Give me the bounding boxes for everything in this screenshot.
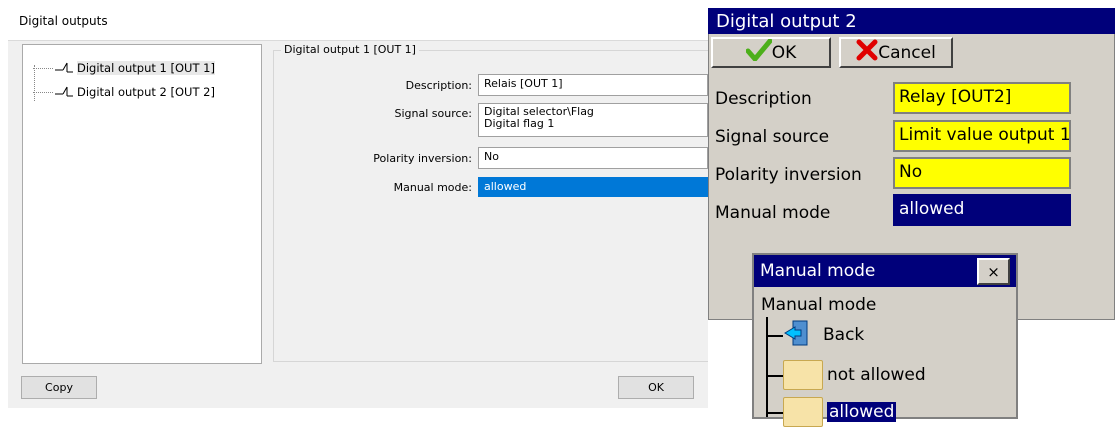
signal-source-label: Signal source:: [394, 107, 472, 120]
tree-item-output-2[interactable]: Digital output 2 [OUT 2]: [33, 83, 215, 101]
device-window-title: Digital output 2: [708, 8, 1115, 34]
tree-item-output-1[interactable]: Digital output 1 [OUT 1]: [33, 59, 215, 77]
device-polarity-field[interactable]: No: [893, 157, 1071, 189]
x-icon: [856, 39, 878, 66]
back-icon: [783, 319, 813, 352]
description-label: Description:: [405, 79, 472, 92]
folder-icon: [783, 360, 823, 390]
device-signal-source-label: Signal source: [715, 127, 830, 147]
group-title: Digital output 1 [OUT 1]: [281, 43, 419, 56]
output-tree[interactable]: Digital output 1 [OUT 1] Digital output …: [22, 44, 262, 364]
check-icon: [745, 38, 773, 66]
device-ok-label: OK: [771, 42, 797, 63]
tree-item-label: Digital output 2 [OUT 2]: [77, 85, 215, 99]
tree-connector: [33, 67, 53, 69]
output-settings-group: [273, 50, 713, 362]
manual-mode-label: Manual mode:: [393, 181, 472, 194]
device-signal-source-field[interactable]: Limit value output 1: [893, 120, 1071, 152]
device-manual-mode-field[interactable]: allowed: [893, 194, 1071, 226]
signal-source-line-2: Digital flag 1: [484, 117, 555, 130]
description-field[interactable]: Relais [OUT 1]: [478, 74, 708, 96]
tree-connector: [33, 91, 53, 93]
device-cancel-button[interactable]: Cancel: [839, 37, 953, 68]
popup-tree-branch: [767, 412, 783, 414]
device-polarity-label: Polarity inversion: [715, 165, 862, 185]
polarity-inversion-select[interactable]: No: [478, 147, 708, 169]
popup-item-back[interactable]: Back: [783, 319, 864, 351]
folder-icon: [783, 397, 823, 427]
switch-icon: [55, 61, 73, 76]
device-cancel-label: Cancel: [878, 42, 936, 63]
polarity-inversion-label: Polarity inversion:: [373, 152, 472, 165]
switch-icon: [55, 85, 73, 100]
device-description-label: Description: [715, 89, 812, 109]
device-description-field[interactable]: Relay [OUT2]: [893, 82, 1071, 114]
popup-item-label: not allowed: [827, 365, 926, 385]
popup-close-button[interactable]: ×: [977, 258, 1010, 285]
copy-button[interactable]: Copy: [21, 376, 97, 399]
popup-tree-branch: [767, 335, 783, 337]
popup-item-not-allowed[interactable]: not allowed: [783, 359, 926, 391]
popup-tree-line: [766, 317, 768, 417]
popup-item-label: allowed: [827, 402, 897, 422]
popup-tree-branch: [767, 375, 783, 377]
ok-button[interactable]: OK: [618, 376, 694, 399]
manual-mode-select[interactable]: allowed: [478, 177, 708, 197]
dialog-title: Digital outputs: [19, 14, 108, 28]
popup-item-label: Back: [823, 325, 865, 345]
popup-heading: Manual mode: [761, 295, 877, 315]
device-manual-mode-label: Manual mode: [715, 203, 831, 223]
device-ok-button[interactable]: OK: [711, 37, 831, 68]
popup-item-allowed[interactable]: allowed: [783, 396, 897, 428]
tree-item-label: Digital output 1 [OUT 1]: [77, 61, 215, 75]
signal-source-field[interactable]: Digital selector\Flag Digital flag 1: [478, 103, 708, 137]
